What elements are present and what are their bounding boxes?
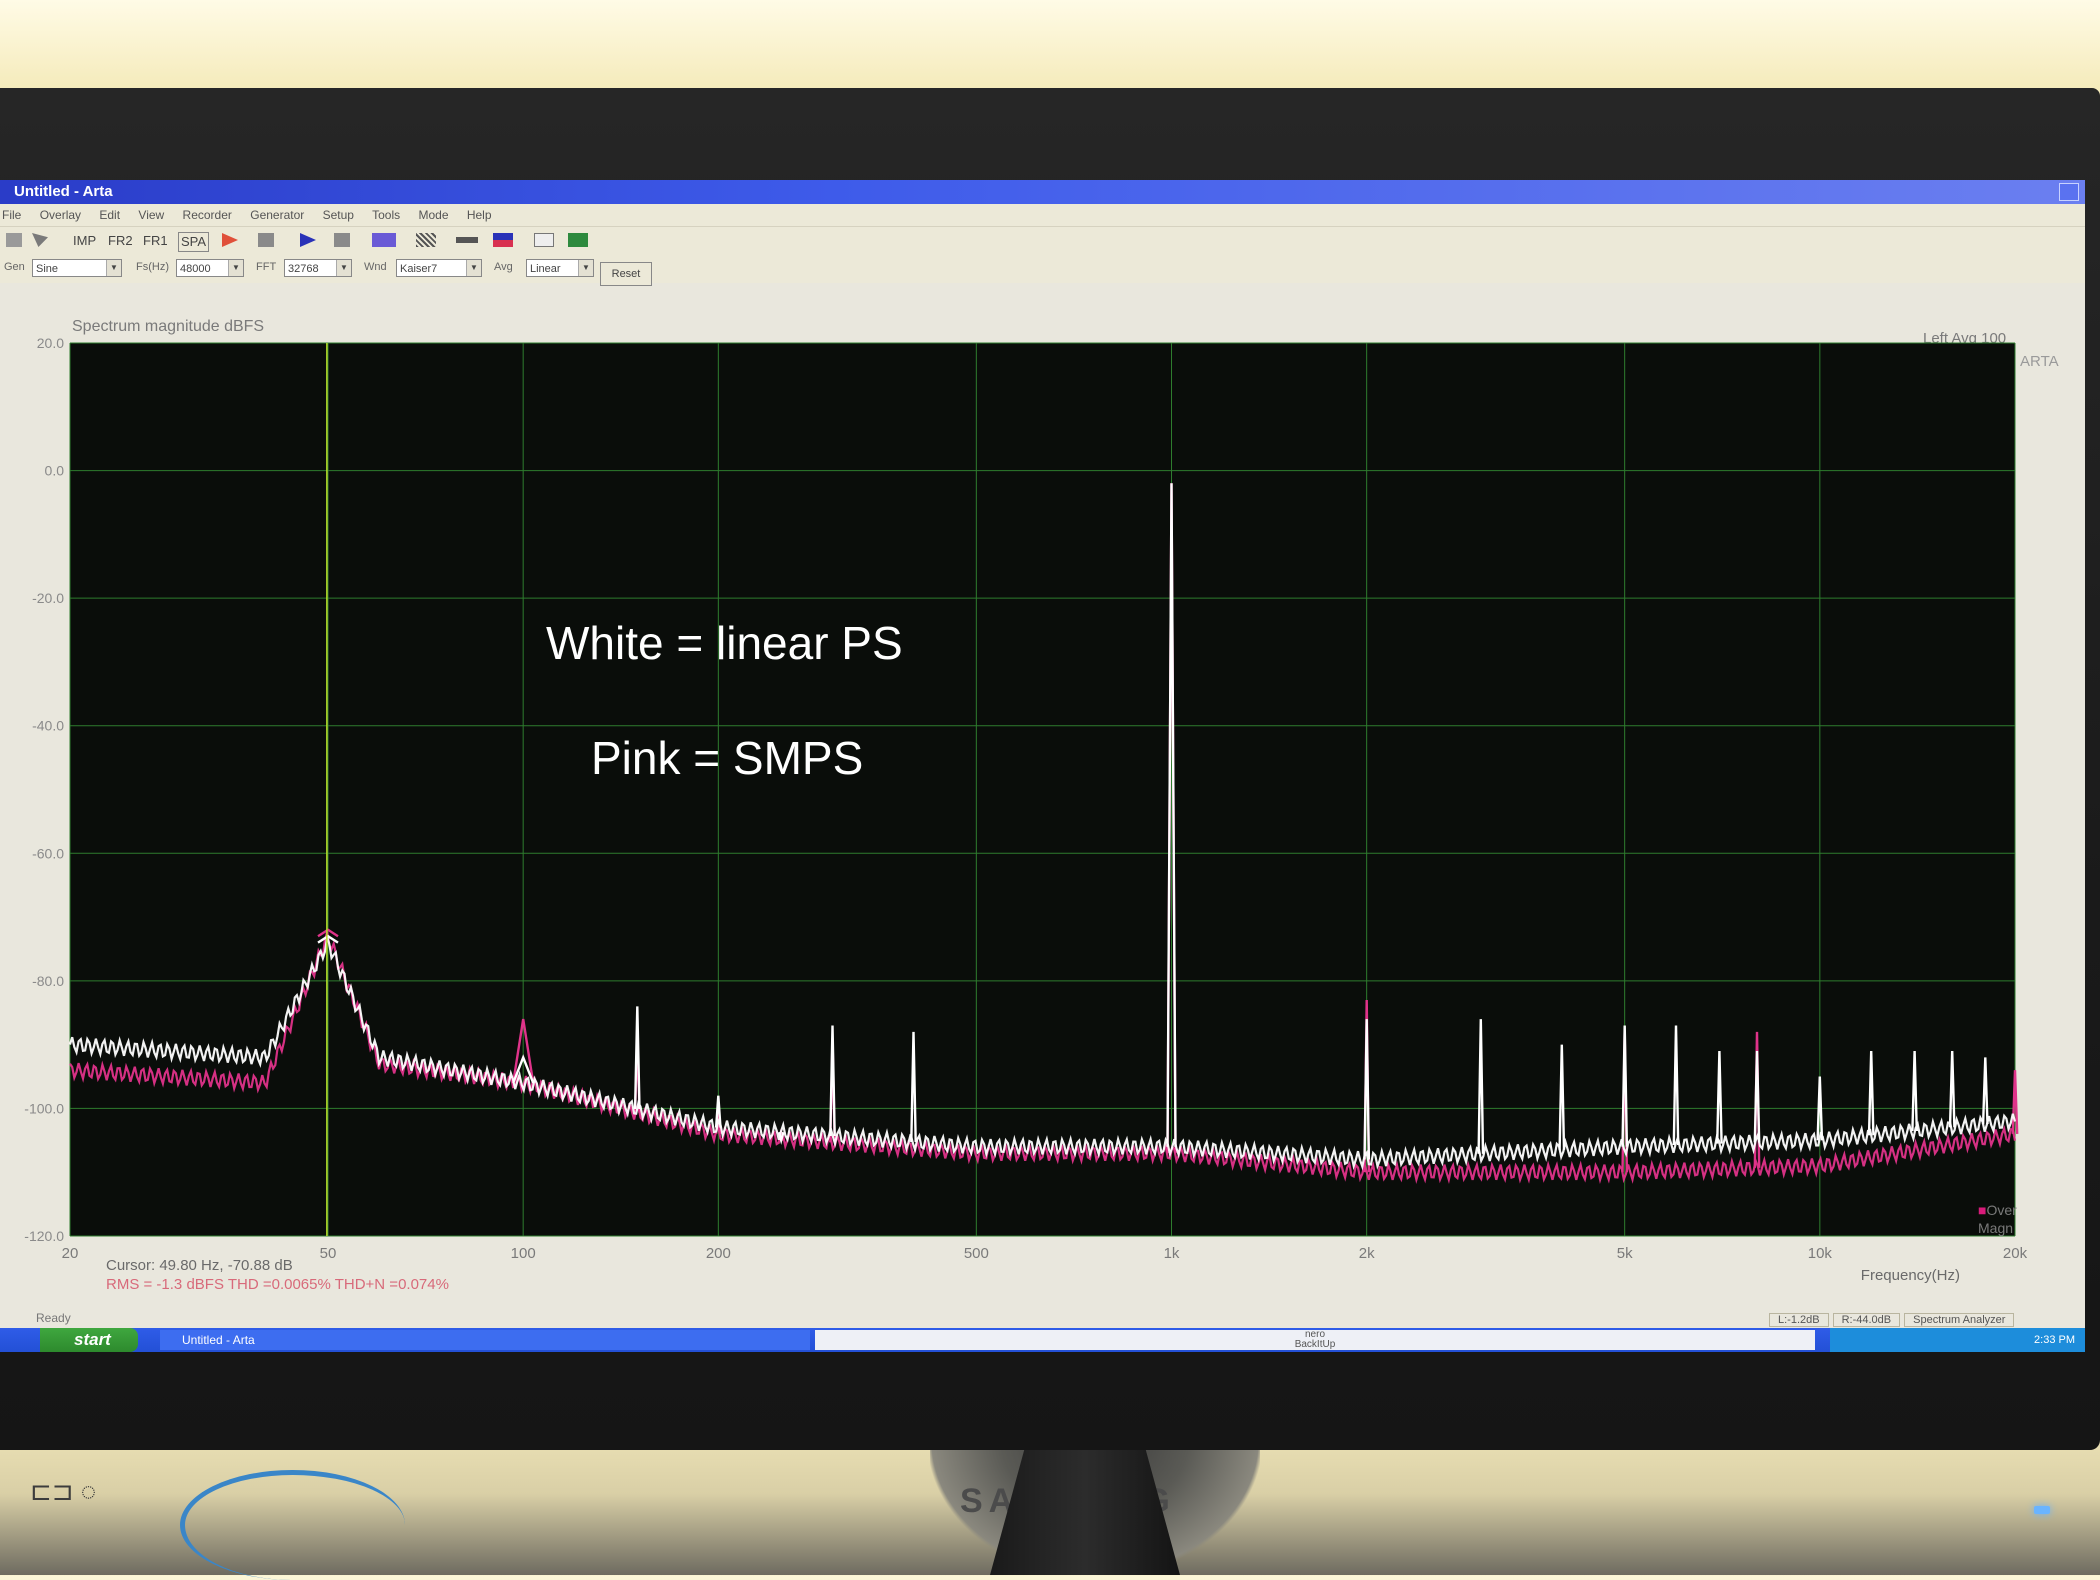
nero-toolbar[interactable]: nero BackItUp <box>815 1330 1815 1350</box>
screen: Untitled - Arta File Overlay Edit View R… <box>0 180 2085 1352</box>
status-bar-right: L:-1.2dB R:-44.0dB Spectrum Analyzer <box>1765 1313 2015 1327</box>
y-tick-label: -20.0 <box>32 590 64 606</box>
system-tray: 2:33 PM <box>1830 1328 2085 1352</box>
overload-sub: Magn <box>1978 1220 2014 1236</box>
y-tick-label: -60.0 <box>32 845 64 861</box>
y-tick-label: 20.0 <box>37 335 64 351</box>
y-tick-label: -40.0 <box>32 718 64 734</box>
overload-marker: Over <box>1986 1202 2017 1218</box>
spectrum-chart[interactable]: 20.00.0-20.0-40.0-60.0-80.0-100.0-120.0 … <box>0 180 2085 1310</box>
taskbar: start Untitled - Arta nero BackItUp 2:33 … <box>0 1328 2085 1352</box>
bezel-icons: ⊏⊐ ◌ <box>30 1476 97 1506</box>
right-level: R:-44.0dB <box>1832 1313 1901 1327</box>
x-tick-label: 50 <box>320 1245 337 1262</box>
nero-sub: BackItUp <box>1294 1339 1336 1350</box>
x-tick-label: 5k <box>1617 1245 1633 1262</box>
plot-area <box>70 343 2015 1236</box>
x-tick-label: 200 <box>706 1245 731 1262</box>
x-axis-label: Frequency(Hz) <box>1861 1267 1960 1284</box>
annotation-pink: Pink = SMPS <box>591 732 864 784</box>
cursor-readout: Cursor: 49.80 Hz, -70.88 dB <box>106 1257 293 1274</box>
y-tick-label: -100.0 <box>24 1100 64 1116</box>
x-tick-label: 20 <box>62 1245 79 1262</box>
mode-indicator: Spectrum Analyzer <box>1904 1313 2015 1327</box>
background-wall <box>0 0 2100 95</box>
start-button[interactable]: start <box>40 1328 138 1352</box>
clock: 2:33 PM <box>2034 1334 2075 1346</box>
x-tick-label: 1k <box>1164 1245 1180 1262</box>
x-tick-label: 500 <box>964 1245 989 1262</box>
taskbar-item-arta[interactable]: Untitled - Arta <box>160 1330 810 1350</box>
status-ready: Ready <box>36 1311 71 1325</box>
y-tick-label: 0.0 <box>45 463 65 479</box>
x-tick-label: 10k <box>1808 1245 1833 1262</box>
x-tick-label: 2k <box>1359 1245 1375 1262</box>
y-tick-label: -120.0 <box>24 1228 64 1244</box>
overload-legend: ■Over Magn <box>1978 1202 2017 1236</box>
left-level: L:-1.2dB <box>1769 1313 1829 1327</box>
x-tick-label: 20k <box>2003 1245 2028 1262</box>
measurement-readout: RMS = -1.3 dBFS THD =0.0065% THD+N =0.07… <box>106 1276 449 1293</box>
annotation-white: White = linear PS <box>546 617 903 669</box>
x-tick-label: 100 <box>511 1245 536 1262</box>
y-tick-label: -80.0 <box>32 973 64 989</box>
power-led <box>2034 1506 2050 1514</box>
audio-cable <box>180 1470 405 1580</box>
